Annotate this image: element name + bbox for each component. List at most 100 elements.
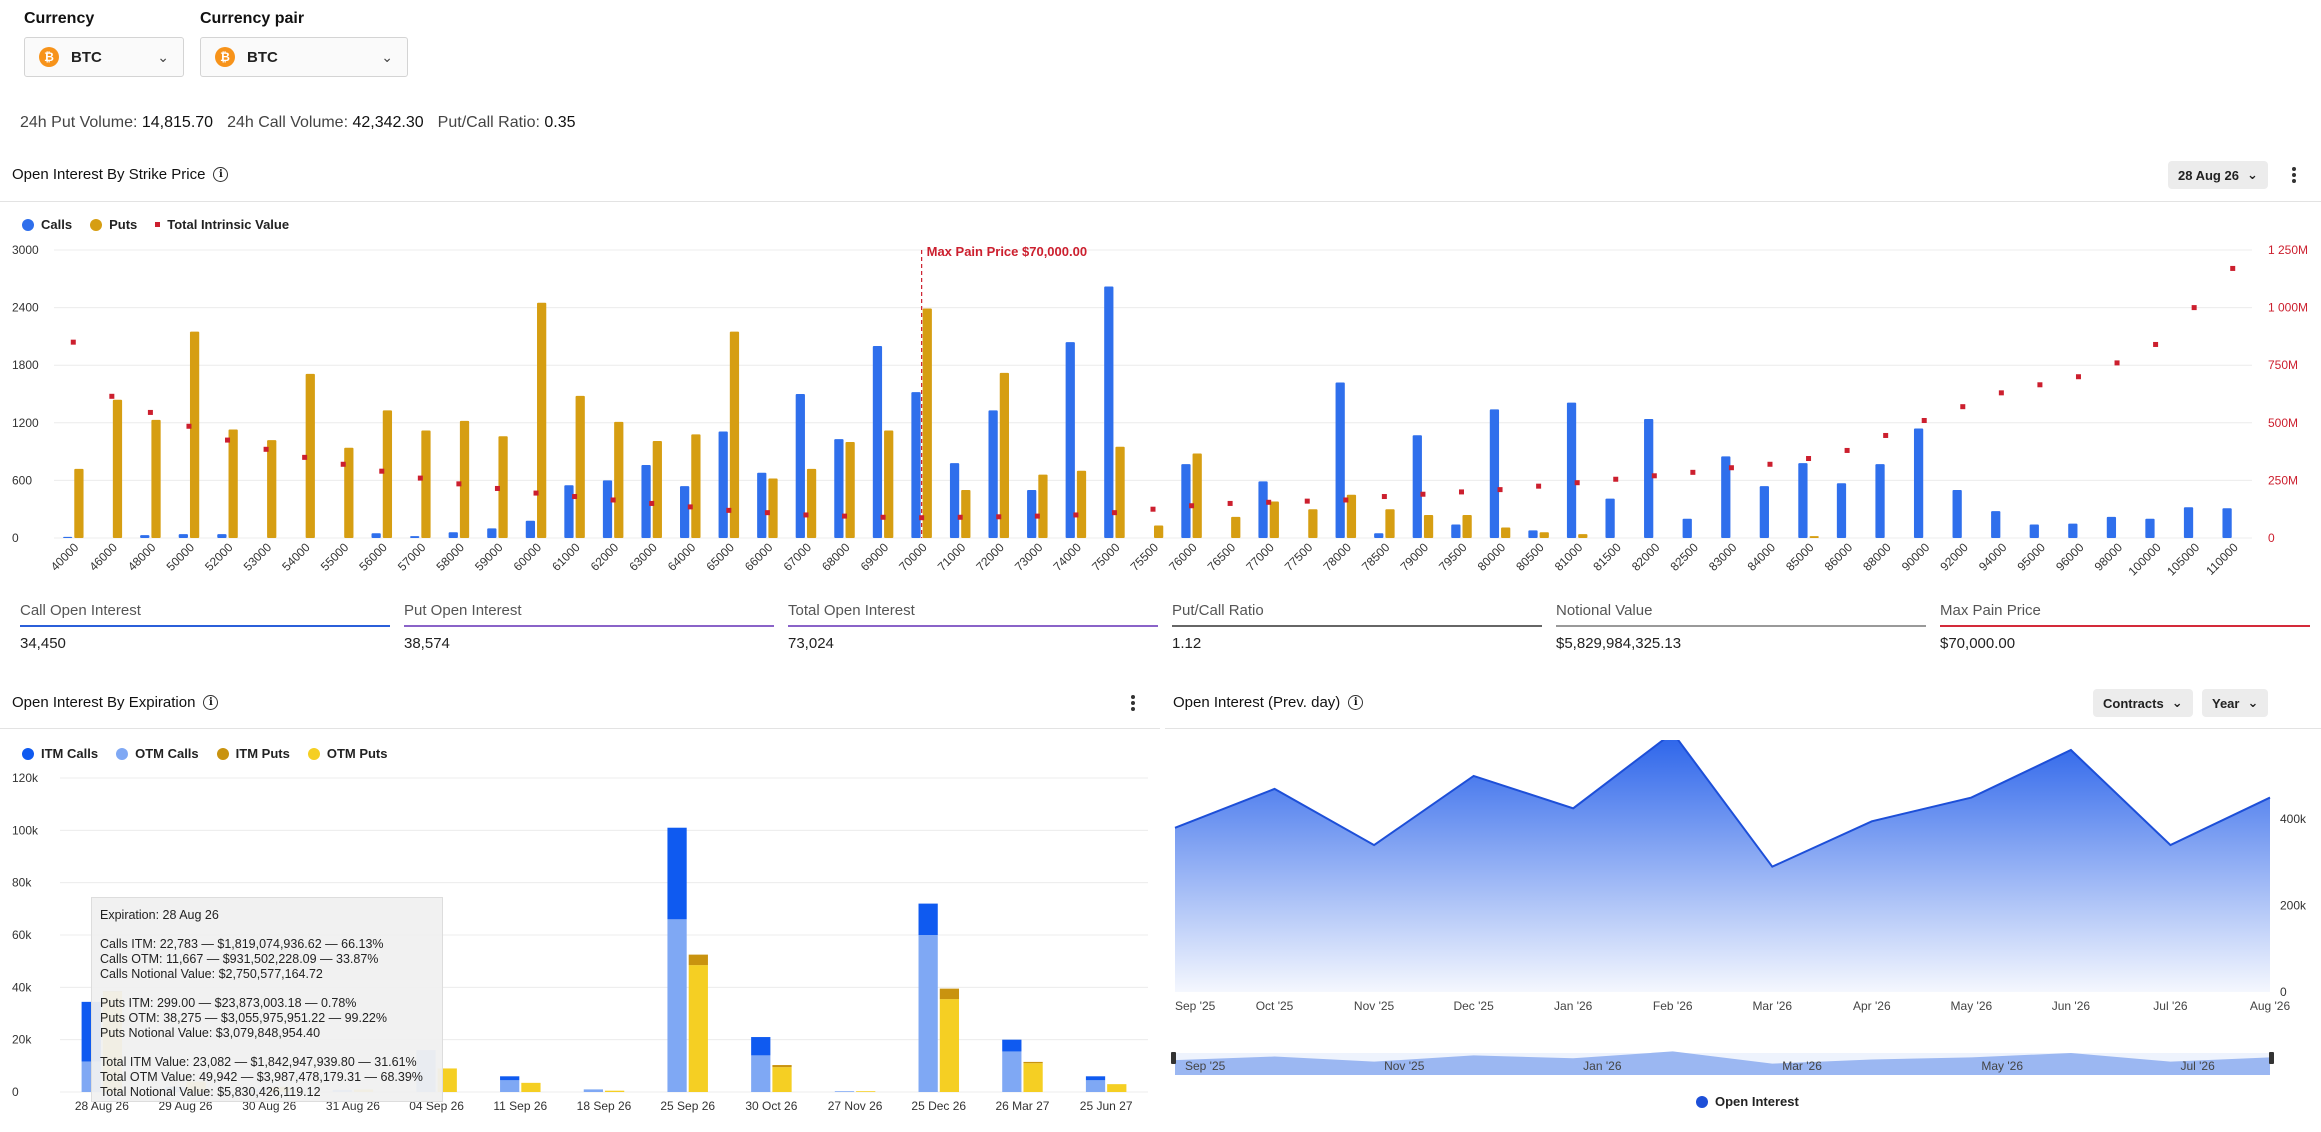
legend-dot — [22, 218, 34, 231]
intrinsic-point — [1458, 489, 1464, 495]
x-tick-label: 62000 — [588, 540, 622, 574]
itm-puts-bar — [1023, 1061, 1043, 1064]
x-tick-label: 80500 — [1513, 540, 1547, 574]
strike-section-title: Open Interest By Strike Price i — [12, 166, 229, 183]
prev-day-legend: Open Interest — [1696, 1094, 1799, 1109]
legend-calls[interactable]: Calls — [22, 217, 72, 232]
intrinsic-point — [803, 512, 809, 518]
otm-puts-bar — [939, 999, 960, 1092]
puts-bar — [267, 440, 277, 538]
calls-bar — [1258, 481, 1268, 538]
intrinsic-point — [1381, 494, 1387, 500]
expiration-menu-icon[interactable] — [1125, 691, 1141, 715]
legend-itm-puts[interactable]: ITM Puts — [216, 746, 290, 761]
otm-calls-bar — [834, 1091, 855, 1092]
intrinsic-point — [1034, 513, 1040, 519]
volume-summary: 24h Put Volume: 14,815.70 24h Call Volum… — [20, 114, 576, 132]
intrinsic-point — [1227, 500, 1233, 506]
legend-intrinsic[interactable]: Total Intrinsic Value — [155, 217, 289, 232]
x-tick-label: Nov '25 — [1354, 999, 1395, 1013]
y-tick-label: 100k — [12, 823, 39, 837]
info-icon[interactable]: i — [1348, 695, 1364, 710]
stat-card: Put/Call Ratio 1.12 — [1172, 602, 1542, 652]
intrinsic-point — [1343, 497, 1349, 503]
stat-value: $70,000.00 — [1940, 635, 2016, 652]
intrinsic-point — [417, 475, 423, 481]
put-volume: 24h Put Volume: 14,815.70 — [20, 114, 213, 132]
info-icon[interactable]: i — [203, 695, 219, 710]
stat-card: Put Open Interest 38,574 — [404, 602, 774, 652]
intrinsic-point — [764, 510, 770, 516]
intrinsic-point — [225, 437, 231, 443]
y-tick-label: 0 — [12, 1085, 19, 1099]
expiry-date-value: 28 Aug 26 — [2178, 167, 2239, 183]
calls-bar — [1991, 511, 2001, 538]
calls-bar — [1335, 382, 1345, 538]
currency-label: Currency — [24, 10, 95, 27]
legend-puts[interactable]: Puts — [90, 217, 137, 232]
intrinsic-point — [1651, 473, 1657, 479]
navigator-tick-label: Mar '26 — [1782, 1059, 1822, 1073]
x-tick-label: 85000 — [1783, 540, 1817, 574]
x-tick-label: 67000 — [781, 540, 815, 574]
x-tick-label: 65000 — [703, 540, 737, 574]
contracts-select[interactable]: Contracts ⌄ — [2093, 689, 2193, 717]
currency-pair-select[interactable]: ₿ BTC ⌄ — [200, 37, 408, 77]
calls-bar — [1451, 524, 1461, 538]
calls-bar — [834, 439, 844, 538]
intrinsic-point — [572, 494, 578, 500]
x-tick-label: 78000 — [1320, 540, 1354, 574]
x-tick-label: 110000 — [2203, 540, 2241, 578]
x-tick-label: 73000 — [1012, 540, 1046, 574]
x-tick-label: 52000 — [202, 540, 236, 574]
calls-bar — [1605, 498, 1615, 538]
intrinsic-point — [1728, 465, 1734, 471]
x-tick-label: 25 Jun 27 — [1080, 1099, 1133, 1113]
x-tick-label: 105000 — [2164, 540, 2202, 578]
x-tick-label: 72000 — [973, 540, 1007, 574]
expiration-section-title: Open Interest By Expiration i — [12, 694, 219, 711]
legend-otm-calls[interactable]: OTM Calls — [116, 746, 199, 761]
intrinsic-point — [880, 514, 886, 520]
intrinsic-point — [263, 446, 269, 452]
currency-select-value: BTC — [71, 48, 102, 66]
otm-calls-bar — [751, 1055, 771, 1092]
period-select[interactable]: Year ⌄ — [2202, 689, 2269, 717]
otm-puts-bar — [688, 965, 708, 1092]
x-tick-label: 71000 — [935, 540, 969, 574]
intrinsic-point — [1189, 503, 1195, 509]
calls-bar — [1875, 464, 1885, 538]
puts-bar — [614, 421, 624, 538]
x-tick-label: 64000 — [665, 540, 699, 574]
legend-itm-calls[interactable]: ITM Calls — [22, 746, 98, 761]
intrinsic-point — [1844, 447, 1850, 453]
strike-title-text: Open Interest By Strike Price — [12, 166, 206, 183]
strike-menu-icon[interactable] — [2286, 163, 2302, 187]
legend-open-interest[interactable]: Open Interest — [1696, 1094, 1799, 1109]
puts-bar — [421, 430, 431, 538]
y2-tick-label: 0 — [2268, 531, 2275, 545]
puts-bar — [1038, 474, 1048, 538]
intrinsic-point — [533, 490, 539, 496]
calls-bar — [718, 431, 728, 538]
prev-day-section-title: Open Interest (Prev. day) i — [1173, 694, 1364, 711]
put-call-ratio-value: 0.35 — [544, 114, 576, 131]
y-tick-label: 80k — [12, 876, 32, 890]
currency-select[interactable]: ₿ BTC ⌄ — [24, 37, 184, 77]
itm-puts-bar — [772, 1065, 792, 1068]
expiry-date-select[interactable]: 28 Aug 26 ⌄ — [2168, 161, 2268, 189]
x-tick-label: 57000 — [395, 540, 429, 574]
otm-puts-bar — [1107, 1084, 1127, 1092]
puts-bar — [691, 434, 701, 538]
legend-otm-puts[interactable]: OTM Puts — [307, 746, 388, 761]
intrinsic-point — [1574, 480, 1580, 486]
x-tick-label: 66000 — [742, 540, 776, 574]
chevron-down-icon: ⌄ — [381, 48, 393, 65]
intrinsic-point — [456, 481, 462, 487]
navigator-tick-label: May '26 — [1981, 1059, 2023, 1073]
calls-bar — [410, 536, 420, 538]
puts-bar — [1578, 534, 1588, 538]
info-icon[interactable]: i — [213, 167, 229, 182]
y-tick-label: 40k — [12, 980, 32, 994]
stat-label: Total Open Interest — [788, 602, 1158, 627]
